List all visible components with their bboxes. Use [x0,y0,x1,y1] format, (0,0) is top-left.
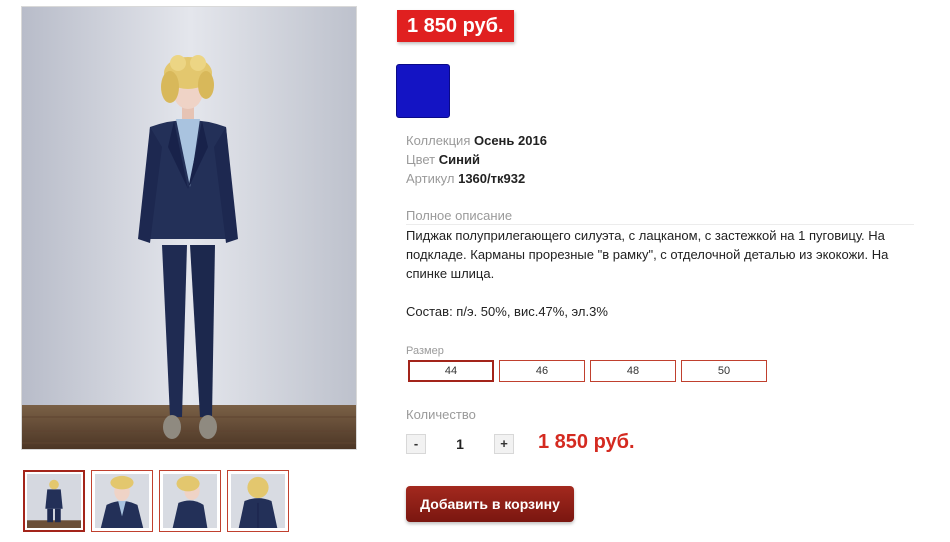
quantity-value[interactable]: 1 [440,436,480,452]
meta-color-value: Синий [438,152,480,167]
thumbnail-side-image [163,474,217,528]
main-product-photo[interactable] [21,6,357,450]
description-text: Пиджак полуприлегающего силуэта, с лацка… [406,228,889,281]
size-selector: 44 46 48 50 [408,360,767,382]
thumbnail-strip [23,470,289,532]
quantity-decrease-button[interactable]: - [406,434,426,454]
meta-article-label: Артикул [406,171,455,186]
color-swatch[interactable] [396,64,450,118]
size-option-50[interactable]: 50 [681,360,767,382]
model-photo-illustration [22,7,356,449]
description-title: Полное описание [406,208,914,225]
total-price: 1 850 руб. [538,431,635,453]
thumbnail-front-image [27,474,81,528]
meta-color: Цвет Синий [406,150,547,169]
meta-article: Артикул 1360/тк932 [406,169,547,188]
size-option-48[interactable]: 48 [590,360,676,382]
size-label: Размер [406,345,444,357]
thumbnail-side[interactable] [159,470,221,532]
thumbnail-back-image [231,474,285,528]
quantity-label: Количество [406,407,476,422]
meta-collection-value: Осень 2016 [473,133,547,148]
meta-collection: Коллекция Осень 2016 [406,131,547,150]
size-option-46[interactable]: 46 [499,360,585,382]
composition-text: Состав: п/э. 50%, вис.47%, эл.3% [406,304,608,319]
meta-article-value: 1360/тк932 [458,171,526,186]
meta-color-label: Цвет [406,152,436,167]
add-to-cart-button[interactable]: Добавить в корзину [406,486,574,522]
quantity-increase-button[interactable]: + [494,434,514,454]
thumbnail-front[interactable] [23,470,85,532]
thumbnail-closeup-image [95,474,149,528]
price-badge: 1 850 руб. [397,10,514,42]
thumbnail-closeup[interactable] [91,470,153,532]
meta-collection-label: Коллекция [406,133,471,148]
size-option-44[interactable]: 44 [408,360,494,382]
thumbnail-back[interactable] [227,470,289,532]
product-meta: Коллекция Осень 2016 Цвет Синий Артикул … [406,131,547,188]
